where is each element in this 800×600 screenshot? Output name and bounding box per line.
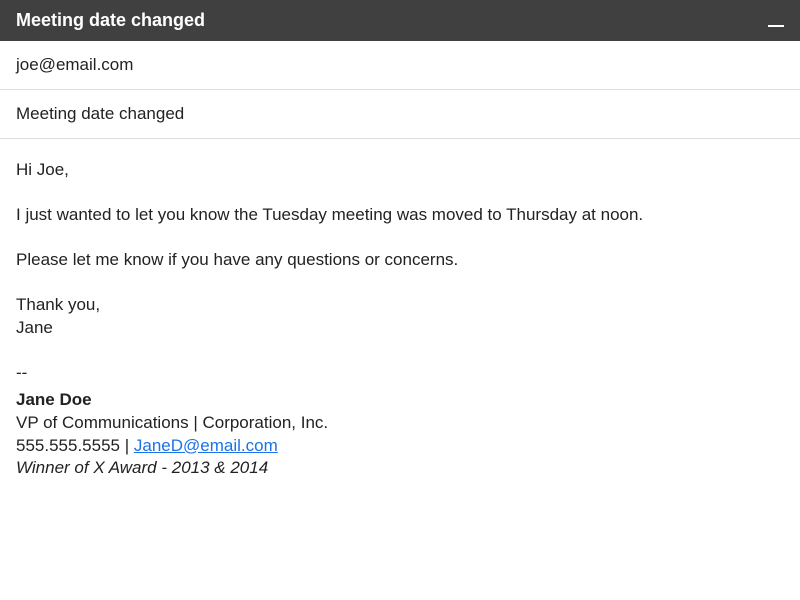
body-line-2: Please let me know if you have any quest…	[16, 249, 784, 272]
titlebar-controls	[768, 15, 784, 27]
signature-award: Winner of X Award - 2013 & 2014	[16, 457, 784, 480]
minimize-icon[interactable]	[768, 25, 784, 27]
subject-value: Meeting date changed	[16, 104, 184, 123]
body-greeting: Hi Joe,	[16, 159, 784, 182]
closing-thanks: Thank you,	[16, 294, 784, 317]
compose-window: Meeting date changed joe@email.com Meeti…	[0, 0, 800, 600]
subject-field[interactable]: Meeting date changed	[0, 90, 800, 139]
signature-name: Jane Doe	[16, 389, 784, 412]
signature-title: VP of Communications | Corporation, Inc.	[16, 412, 784, 435]
body-closing: Thank you, Jane	[16, 294, 784, 340]
signature-pipe: |	[120, 436, 134, 455]
window-title: Meeting date changed	[16, 10, 205, 31]
to-value: joe@email.com	[16, 55, 133, 74]
to-field[interactable]: joe@email.com	[0, 41, 800, 90]
signature-email-link[interactable]: JaneD@email.com	[134, 436, 278, 455]
message-body[interactable]: Hi Joe, I just wanted to let you know th…	[0, 139, 800, 500]
signature-separator: --	[16, 362, 784, 385]
signature-block: -- Jane Doe VP of Communications | Corpo…	[16, 362, 784, 481]
closing-name: Jane	[16, 317, 784, 340]
titlebar: Meeting date changed	[0, 0, 800, 41]
signature-phone: 555.555.5555	[16, 436, 120, 455]
signature-contact: 555.555.5555 | JaneD@email.com	[16, 435, 784, 458]
body-line-1: I just wanted to let you know the Tuesda…	[16, 204, 784, 227]
